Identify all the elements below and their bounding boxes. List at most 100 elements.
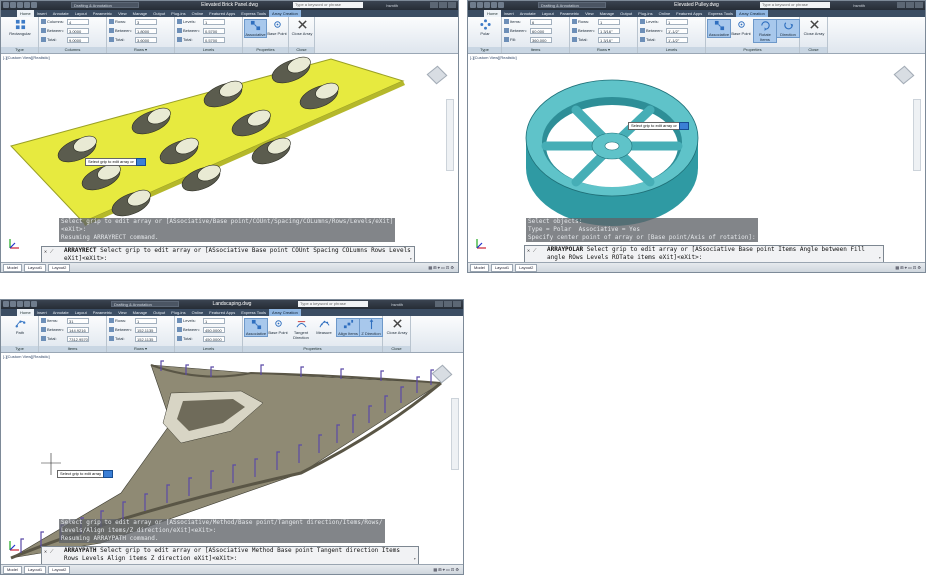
rectangular-button[interactable]: Rectangular xyxy=(4,19,36,36)
tab-view[interactable]: View xyxy=(582,10,597,17)
open-icon[interactable] xyxy=(484,2,490,8)
workspace-dropdown[interactable]: Drafting & Annotation xyxy=(71,2,139,8)
status-tab-layout1[interactable]: Layout1 xyxy=(23,264,47,272)
app-menu-icon[interactable] xyxy=(3,301,9,307)
polar-button[interactable]: Polar xyxy=(471,19,499,36)
levels-count-field[interactable]: 1 xyxy=(203,18,225,25)
maximize-button[interactable] xyxy=(444,301,452,307)
tab-home[interactable]: Home xyxy=(17,10,34,17)
minimize-button[interactable] xyxy=(435,301,443,307)
tab-layout[interactable]: Layout xyxy=(72,10,90,17)
panel-title-rows[interactable]: Rows ▾ xyxy=(570,47,637,53)
array-grip[interactable] xyxy=(103,470,114,478)
z-direction-button[interactable]: Z Direction xyxy=(359,318,383,337)
close-window-button[interactable] xyxy=(453,301,461,307)
levels-total-field[interactable]: 0.5700 xyxy=(203,36,225,43)
tab-plugins[interactable]: Plug-ins xyxy=(168,10,188,17)
tab-view[interactable]: View xyxy=(115,309,130,316)
tab-layout[interactable]: Layout xyxy=(539,10,557,17)
status-tab-layout2[interactable]: Layout2 xyxy=(48,566,71,574)
panel-title-rows[interactable]: Rows ▾ xyxy=(107,47,174,53)
status-tab-model[interactable]: Model xyxy=(470,264,489,272)
tab-output[interactable]: Output xyxy=(150,309,168,316)
levels-total-field[interactable]: 1'-1/2" xyxy=(666,36,688,43)
associative-button[interactable]: Associative xyxy=(707,19,731,38)
columns-total-field[interactable]: 9.0000 xyxy=(67,36,89,43)
tab-home[interactable]: Home xyxy=(484,10,501,17)
tangent-direction-button[interactable]: Tangent Direction xyxy=(290,318,312,340)
tab-manage[interactable]: Manage xyxy=(597,10,617,17)
rows-between-field[interactable]: 1 3/16" xyxy=(598,27,620,34)
status-tab-layout2[interactable]: Layout2 xyxy=(48,264,71,272)
status-tools[interactable]: ▦ ⊞ ⌖ ▭ ⊡ ⚙ xyxy=(895,263,921,272)
app-menu-icon[interactable] xyxy=(3,2,9,8)
measure-button[interactable]: Measure xyxy=(313,318,335,335)
close-command-line-icon[interactable]: ✕ ⟋ xyxy=(44,548,54,556)
items-fill-field[interactable]: 360.000 xyxy=(530,36,552,43)
undo-icon[interactable] xyxy=(31,2,37,8)
status-tab-layout1[interactable]: Layout1 xyxy=(490,264,514,272)
base-point-button[interactable]: Base Point xyxy=(730,19,752,36)
rows-total-field[interactable]: 1 3/16" xyxy=(598,36,620,43)
app-menu-icon[interactable] xyxy=(470,2,476,8)
items-total-field[interactable]: 7312.9570 xyxy=(67,335,89,342)
tab-featured-apps[interactable]: Featured Apps xyxy=(206,10,238,17)
close-array-button[interactable]: Close Array xyxy=(384,318,410,335)
tab-output[interactable]: Output xyxy=(150,10,168,17)
user-name[interactable]: hsmith xyxy=(386,1,398,10)
items-count-field[interactable]: 31 xyxy=(67,317,89,324)
command-dropdown-icon[interactable]: ▾ xyxy=(879,254,881,262)
command-line[interactable]: ✕ ⟋ ARRAYPATH Select grip to edit array … xyxy=(41,546,419,565)
close-window-button[interactable] xyxy=(448,2,456,8)
status-tab-layout1[interactable]: Layout1 xyxy=(23,566,47,574)
workspace-dropdown[interactable]: Drafting & Annotation xyxy=(538,2,606,8)
tab-view[interactable]: View xyxy=(115,10,130,17)
tab-online[interactable]: Online xyxy=(656,10,674,17)
save-icon[interactable] xyxy=(24,301,30,307)
new-icon[interactable] xyxy=(477,2,483,8)
panel-title-rows[interactable]: Rows ▾ xyxy=(107,346,174,352)
tab-insert[interactable]: Insert xyxy=(34,309,50,316)
navigation-bar[interactable] xyxy=(913,99,921,171)
tab-output[interactable]: Output xyxy=(617,10,635,17)
levels-count-field[interactable]: 1 xyxy=(203,317,225,324)
tab-home[interactable]: Home xyxy=(17,309,34,316)
navigation-bar[interactable] xyxy=(451,398,459,470)
tab-array-creation[interactable]: Array Creation xyxy=(736,10,768,17)
levels-between-field[interactable]: 0.5700 xyxy=(203,27,225,34)
items-between-field[interactable]: 60.000 xyxy=(530,27,552,34)
columns-between-field[interactable]: 3.0000 xyxy=(67,27,89,34)
tab-plugins[interactable]: Plug-ins xyxy=(635,10,655,17)
status-tab-model[interactable]: Model xyxy=(3,264,22,272)
close-command-line-icon[interactable]: ✕ ⟋ xyxy=(44,248,54,256)
maximize-button[interactable] xyxy=(906,2,914,8)
base-point-button[interactable]: Base Point xyxy=(267,19,287,36)
status-tools[interactable]: ▦ ⊞ ⌖ ▭ ⊡ ⚙ xyxy=(433,565,459,574)
tab-array-creation[interactable]: Array Creation xyxy=(269,10,301,17)
minimize-button[interactable] xyxy=(430,2,438,8)
close-command-line-icon[interactable]: ✕ ⟋ xyxy=(527,247,537,255)
new-icon[interactable] xyxy=(10,2,16,8)
maximize-button[interactable] xyxy=(439,2,447,8)
tab-manage[interactable]: Manage xyxy=(130,309,150,316)
rows-count-field[interactable]: 1 xyxy=(598,18,620,25)
command-dropdown-icon[interactable]: ▾ xyxy=(414,555,416,563)
align-items-button[interactable]: Align Items xyxy=(336,318,360,337)
open-icon[interactable] xyxy=(17,301,23,307)
tab-insert[interactable]: Insert xyxy=(34,10,50,17)
path-button[interactable]: Path xyxy=(4,318,36,335)
tab-express-tools[interactable]: Express Tools xyxy=(238,309,269,316)
tab-array-creation[interactable]: Array Creation xyxy=(269,309,301,316)
tab-express-tools[interactable]: Express Tools xyxy=(705,10,736,17)
close-window-button[interactable] xyxy=(915,2,923,8)
search-input[interactable]: Type a keyword or phrase xyxy=(298,301,368,307)
tab-insert[interactable]: Insert xyxy=(501,10,517,17)
rows-total-field[interactable]: 152.1135 xyxy=(135,335,157,342)
close-array-button[interactable]: Close Array xyxy=(801,19,827,36)
undo-icon[interactable] xyxy=(31,301,37,307)
tab-layout[interactable]: Layout xyxy=(72,309,90,316)
rows-total-field[interactable]: 3.6000 xyxy=(135,36,157,43)
rows-between-field[interactable]: 1.8000 xyxy=(135,27,157,34)
tab-featured-apps[interactable]: Featured Apps xyxy=(206,309,238,316)
open-icon[interactable] xyxy=(17,2,23,8)
